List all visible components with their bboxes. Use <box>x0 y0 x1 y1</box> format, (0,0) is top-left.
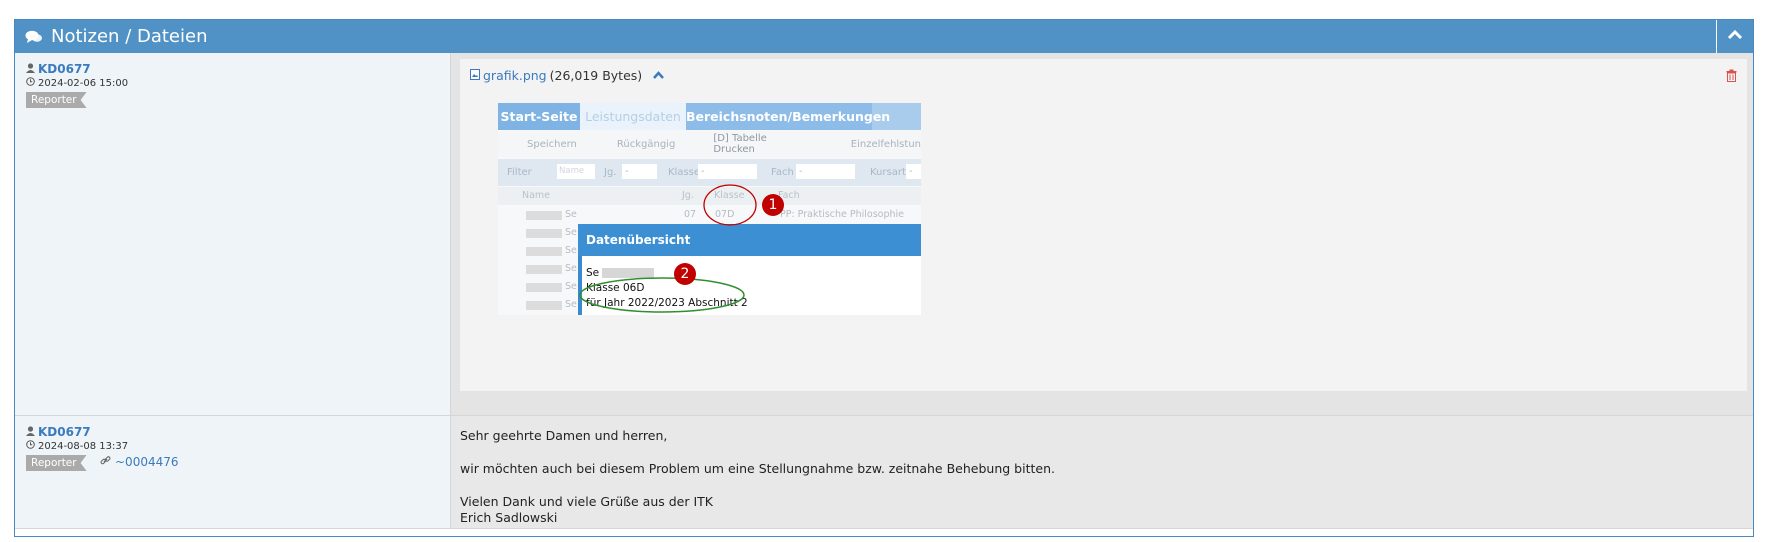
relation-link[interactable]: ~0004476 <box>100 455 179 469</box>
note-date: 2024-08-08 13:37 <box>26 440 128 452</box>
image-preview[interactable]: Start-Seite Leistungsdaten Bereichsnoten… <box>498 103 921 315</box>
note-meta: KD0677 2024-08-08 13:37 Reporter ~000447… <box>15 416 451 528</box>
comments-icon <box>25 30 43 44</box>
note-author[interactable]: KD0677 <box>26 62 91 76</box>
role-badge: Reporter <box>26 92 87 108</box>
note-message: Sehr geehrte Damen und herren, wir möcht… <box>460 416 1750 528</box>
note-meta: KD0677 2024-02-06 15:00 Reporter <box>15 53 451 415</box>
attachment-size: (26,019 Bytes) <box>549 68 643 83</box>
chevron-up-icon[interactable] <box>652 68 665 83</box>
image-file-icon <box>470 68 480 83</box>
message-line: Sehr geehrte Damen und herren, <box>460 428 668 443</box>
author-name: KD0677 <box>38 62 91 76</box>
trash-icon[interactable] <box>1726 69 1737 85</box>
link-icon <box>100 455 111 469</box>
note-date: 2024-02-06 15:00 <box>26 77 128 89</box>
note-author[interactable]: KD0677 <box>26 425 91 439</box>
red-highlight-oval <box>703 184 757 226</box>
notes-panel: Notizen / Dateien KD0677 2024-02-06 15:0… <box>14 19 1754 537</box>
note-row: KD0677 2024-02-06 15:00 Reporter grafik.… <box>15 53 1753 416</box>
message-line: wir möchten auch bei diesem Problem um e… <box>460 461 1055 476</box>
message-line: Erich Sadlowski <box>460 510 558 525</box>
date-text: 2024-08-08 13:37 <box>38 440 129 452</box>
clock-icon <box>26 440 35 452</box>
marker-1: 1 <box>762 194 784 216</box>
message-line: Vielen Dank und viele Grüße aus der ITK <box>460 494 713 509</box>
author-name: KD0677 <box>38 425 91 439</box>
panel-title: Notizen / Dateien <box>51 26 208 47</box>
clock-icon <box>26 77 35 89</box>
attachment-area: grafik.png (26,019 Bytes) Start-Seite Le… <box>460 59 1747 391</box>
annotation-ovals <box>579 184 757 313</box>
attachment-line: grafik.png (26,019 Bytes) <box>470 68 665 83</box>
date-text: 2024-02-06 15:00 <box>38 77 129 89</box>
green-highlight-oval <box>579 277 745 313</box>
attachment-link[interactable]: grafik.png <box>483 68 547 83</box>
role-badge: Reporter <box>26 455 87 471</box>
chevron-up-icon <box>1727 29 1743 44</box>
marker-2: 2 <box>674 263 696 285</box>
user-icon <box>26 425 35 439</box>
relation-id: ~0004476 <box>115 455 179 469</box>
collapse-button[interactable] <box>1716 20 1753 53</box>
user-icon <box>26 62 35 76</box>
note-row: KD0677 2024-08-08 13:37 Reporter ~000447… <box>15 416 1753 529</box>
panel-header: Notizen / Dateien <box>15 20 1753 53</box>
